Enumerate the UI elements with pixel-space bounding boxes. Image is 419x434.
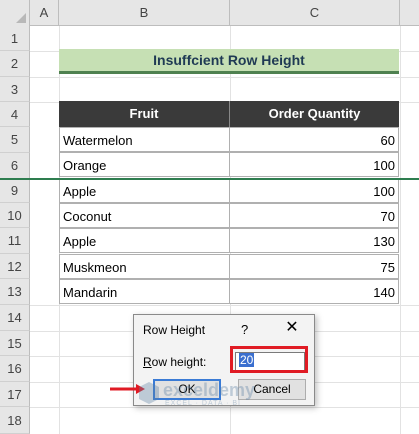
row-header-16[interactable]: 16: [0, 356, 30, 382]
table-cell-fruit[interactable]: Muskmeon: [59, 254, 230, 279]
gridline: [30, 77, 419, 78]
table-cell-fruit[interactable]: Coconut: [59, 203, 230, 228]
row-header-6[interactable]: 6: [0, 153, 30, 179]
table-cell-qty[interactable]: 130: [229, 228, 399, 253]
row-header-15[interactable]: 15: [0, 331, 30, 356]
table-cell-qty[interactable]: 70: [229, 203, 399, 228]
table-cell-fruit[interactable]: Watermelon: [59, 127, 230, 152]
row-height-label-text: ow height:: [151, 355, 207, 369]
red-arrow-icon: [110, 384, 145, 394]
row-height-label: Row height:: [143, 355, 206, 369]
sheet-title[interactable]: Insuffcient Row Height: [59, 49, 399, 74]
row-header-10[interactable]: 10: [0, 203, 30, 228]
table-cell-qty[interactable]: 100: [229, 152, 399, 177]
row-header-13[interactable]: 13: [0, 279, 30, 305]
gridline: [30, 305, 419, 306]
table-cell-qty[interactable]: 75: [229, 254, 399, 279]
table-cell-qty[interactable]: 140: [229, 279, 399, 304]
row-header-2[interactable]: 2: [0, 51, 30, 77]
close-icon[interactable]: ✕: [281, 318, 303, 338]
select-all-corner[interactable]: [0, 0, 30, 26]
gridline: [30, 407, 419, 408]
input-highlight-box: [230, 346, 308, 373]
help-icon[interactable]: ?: [241, 322, 248, 337]
row-height-label-accel: R: [143, 355, 152, 369]
column-header-b[interactable]: B: [59, 0, 230, 26]
table-cell-fruit[interactable]: Apple: [59, 228, 230, 253]
row-header-3[interactable]: 3: [0, 77, 30, 102]
table-cell-fruit[interactable]: Mandarin: [59, 279, 230, 304]
table-header-fruit[interactable]: Fruit: [59, 101, 230, 127]
table-header-qty[interactable]: Order Quantity: [230, 101, 399, 127]
row-header-5[interactable]: 5: [0, 127, 30, 153]
table-cell-fruit[interactable]: Orange: [59, 152, 230, 177]
gridline: [400, 26, 401, 434]
column-header-c[interactable]: C: [230, 0, 400, 26]
row-header-11[interactable]: 11: [0, 228, 30, 254]
table-cell-qty[interactable]: 100: [229, 178, 399, 203]
hidden-rows-line: [0, 178, 419, 180]
row-header-17[interactable]: 17: [0, 382, 30, 407]
column-header-a[interactable]: A: [30, 0, 59, 26]
row-header-14[interactable]: 14: [0, 305, 30, 331]
ok-button[interactable]: OK: [153, 379, 221, 400]
table-cell-fruit[interactable]: Apple: [59, 178, 230, 203]
row-header-1[interactable]: 1: [0, 26, 30, 51]
row-header-9[interactable]: 9: [0, 179, 30, 203]
row-header-12[interactable]: 12: [0, 254, 30, 279]
table-cell-qty[interactable]: 60: [229, 127, 399, 152]
dialog-title: Row Height: [143, 323, 206, 337]
select-all-triangle-icon: [16, 13, 26, 23]
row-header-18[interactable]: 18: [0, 407, 30, 434]
cancel-button[interactable]: Cancel: [238, 379, 306, 400]
row-header-4[interactable]: 4: [0, 102, 30, 127]
